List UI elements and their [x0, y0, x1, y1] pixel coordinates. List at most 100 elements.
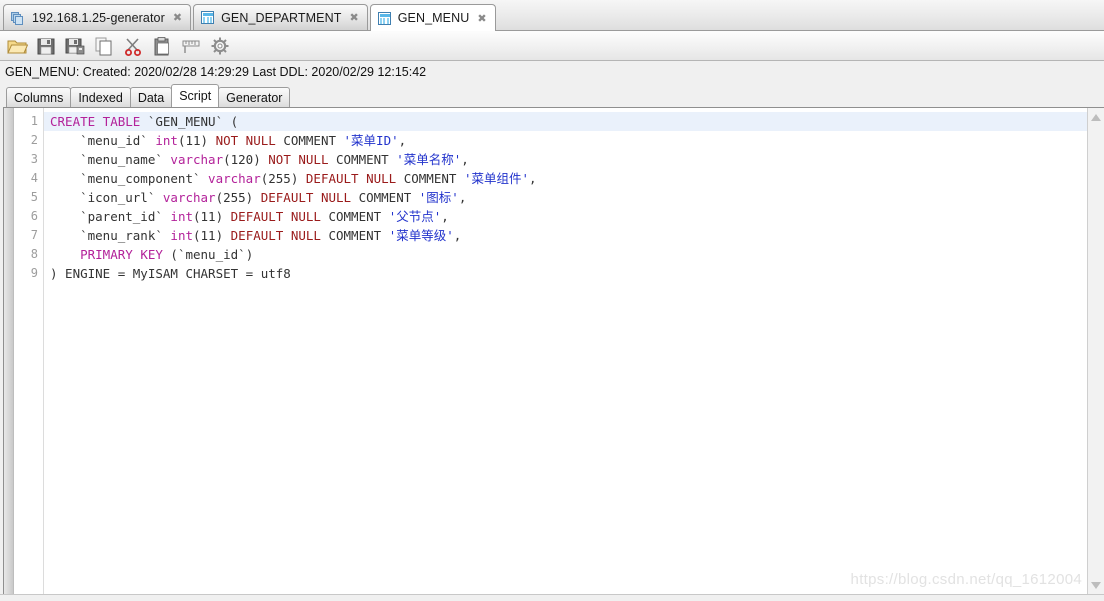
line-number: 6: [30, 209, 38, 223]
code-token: (11): [193, 209, 231, 224]
line-number-gutter: 1 2 3 4 5 6 7 8 9: [14, 108, 44, 594]
tab-indexed[interactable]: Indexed: [70, 87, 131, 107]
code-token: PRIMARY KEY: [80, 247, 163, 262]
code-token: ,: [529, 171, 537, 186]
tab-columns[interactable]: Columns: [6, 87, 72, 107]
scroll-down-button[interactable]: [1089, 577, 1104, 593]
close-icon[interactable]: ✖: [349, 12, 358, 23]
tab-gen-department[interactable]: GEN_DEPARTMENT ✖: [193, 4, 368, 30]
format-ruler-icon[interactable]: [180, 35, 202, 57]
code-line[interactable]: CREATE TABLE `GEN_MENU` (: [44, 112, 1087, 131]
code-line[interactable]: `menu_rank` int(11) DEFAULT NULL COMMENT…: [44, 226, 1087, 245]
code-token: (`menu_id`): [162, 247, 254, 262]
code-line[interactable]: `menu_id` int(11) NOT NULL COMMENT '菜单ID…: [44, 131, 1087, 150]
code-token: (255): [260, 171, 306, 186]
code-token: int: [155, 133, 178, 148]
code-token: ) ENGINE = MyISAM CHARSET = utf8: [50, 266, 291, 281]
line-number: 7: [30, 228, 38, 242]
tab-label: Indexed: [78, 90, 123, 105]
code-token: COMMENT: [320, 228, 389, 243]
line-number: 3: [30, 152, 38, 166]
code-token: `menu_rank`: [50, 228, 171, 243]
settings-gear-icon[interactable]: [209, 35, 231, 57]
code-token: COMMENT: [275, 133, 344, 148]
tab-script[interactable]: Script: [171, 84, 220, 107]
code-token: ,: [461, 152, 469, 167]
code-token: '菜单ID': [343, 133, 399, 148]
code-token: DEFAULT NULL: [260, 190, 352, 205]
code-token: `icon_url`: [50, 190, 163, 205]
code-token: `menu_component`: [50, 171, 209, 186]
code-token: ,: [398, 133, 407, 148]
code-token: varchar: [208, 171, 261, 186]
tab-data[interactable]: Data: [129, 87, 173, 107]
save-as-icon[interactable]: [64, 35, 86, 57]
code-line[interactable]: `parent_id` int(11) DEFAULT NULL COMMENT…: [44, 207, 1087, 226]
database-stack-icon: [11, 11, 25, 25]
tab-label: GEN_MENU: [397, 11, 470, 25]
code-token: COMMENT: [396, 171, 464, 186]
code-token: DEFAULT NULL: [230, 209, 321, 224]
editor-vertical-scrollbar[interactable]: [1087, 108, 1104, 594]
tab-connection-generator[interactable]: 192.168.1.25-generator ✖: [3, 4, 192, 30]
code-line[interactable]: `menu_name` varchar(120) NOT NULL COMMEN…: [44, 150, 1087, 169]
code-token: varchar: [162, 190, 216, 205]
tab-label: Generator: [226, 90, 283, 105]
code-token: '菜单组件': [463, 171, 529, 186]
code-token: (255): [215, 190, 261, 205]
code-token: `menu_name`: [50, 152, 171, 167]
code-token: ,: [453, 228, 462, 243]
save-icon[interactable]: [35, 35, 57, 57]
close-icon[interactable]: ✖: [173, 12, 182, 23]
main-toolbar: [0, 31, 1104, 61]
code-line[interactable]: `icon_url` varchar(255) DEFAULT NULL COM…: [44, 188, 1087, 207]
copy-icon[interactable]: [93, 35, 115, 57]
code-token: '父节点': [388, 209, 442, 224]
code-area[interactable]: CREATE TABLE `GEN_MENU` ( `menu_id` int(…: [44, 108, 1087, 594]
cut-icon[interactable]: [122, 35, 144, 57]
code-token: (11): [193, 228, 231, 243]
table-info-text: GEN_MENU: Created: 2020/02/28 14:29:29 L…: [5, 65, 427, 79]
code-token: int: [170, 228, 193, 243]
scroll-up-button[interactable]: [1089, 109, 1104, 125]
code-token: DEFAULT NULL: [230, 228, 321, 243]
tab-generator[interactable]: Generator: [218, 87, 291, 107]
code-line[interactable]: PRIMARY KEY (`menu_id`): [44, 245, 1087, 264]
code-token: (11): [177, 133, 216, 148]
tab-gen-menu[interactable]: GEN_MENU ✖: [369, 4, 496, 31]
code-line[interactable]: ) ENGINE = MyISAM CHARSET = utf8: [44, 264, 1087, 283]
tab-label: Data: [137, 90, 165, 105]
code-token: int: [170, 209, 193, 224]
open-icon[interactable]: [6, 35, 28, 57]
code-folding-margin: [4, 108, 14, 594]
code-token: NOT NULL: [215, 133, 276, 148]
code-token: CREATE TABLE: [50, 114, 141, 129]
code-token: COMMENT: [351, 190, 419, 205]
code-token: `menu_id`: [50, 133, 156, 148]
code-token: '菜单名称': [396, 152, 462, 167]
line-number: 2: [30, 133, 38, 147]
paste-icon[interactable]: [151, 35, 173, 57]
sql-script-editor[interactable]: 1 2 3 4 5 6 7 8 9 CREATE TABLE `GEN_MENU` ( `men…: [3, 107, 1104, 594]
code-token: COMMENT: [320, 209, 389, 224]
table-detail-tab-bar: Columns Indexed Data Script Generator: [0, 83, 1104, 107]
code-line[interactable]: `menu_component` varchar(255) DEFAULT NU…: [44, 169, 1087, 188]
code-token: varchar: [170, 152, 224, 167]
table-info-bar: GEN_MENU: Created: 2020/02/28 14:29:29 L…: [0, 61, 1104, 83]
application-window: 192.168.1.25-generator ✖ GEN_DEPARTMENT …: [0, 0, 1104, 601]
code-token: (120): [223, 152, 269, 167]
line-number: 5: [30, 190, 38, 204]
line-number: 1: [30, 114, 38, 128]
editor-tab-bar: 192.168.1.25-generator ✖ GEN_DEPARTMENT …: [0, 0, 1104, 31]
code-token: DEFAULT NULL: [305, 171, 397, 186]
code-token: ,: [458, 190, 467, 205]
tab-label: 192.168.1.25-generator: [32, 10, 165, 25]
tab-label: GEN_DEPARTMENT: [221, 10, 342, 25]
table-grid-icon: [201, 11, 215, 24]
code-token: '图标': [418, 190, 459, 205]
line-number: 9: [30, 266, 38, 280]
tab-label: Columns: [14, 90, 64, 105]
tab-label: Script: [179, 89, 212, 103]
close-icon[interactable]: ✖: [477, 13, 486, 24]
